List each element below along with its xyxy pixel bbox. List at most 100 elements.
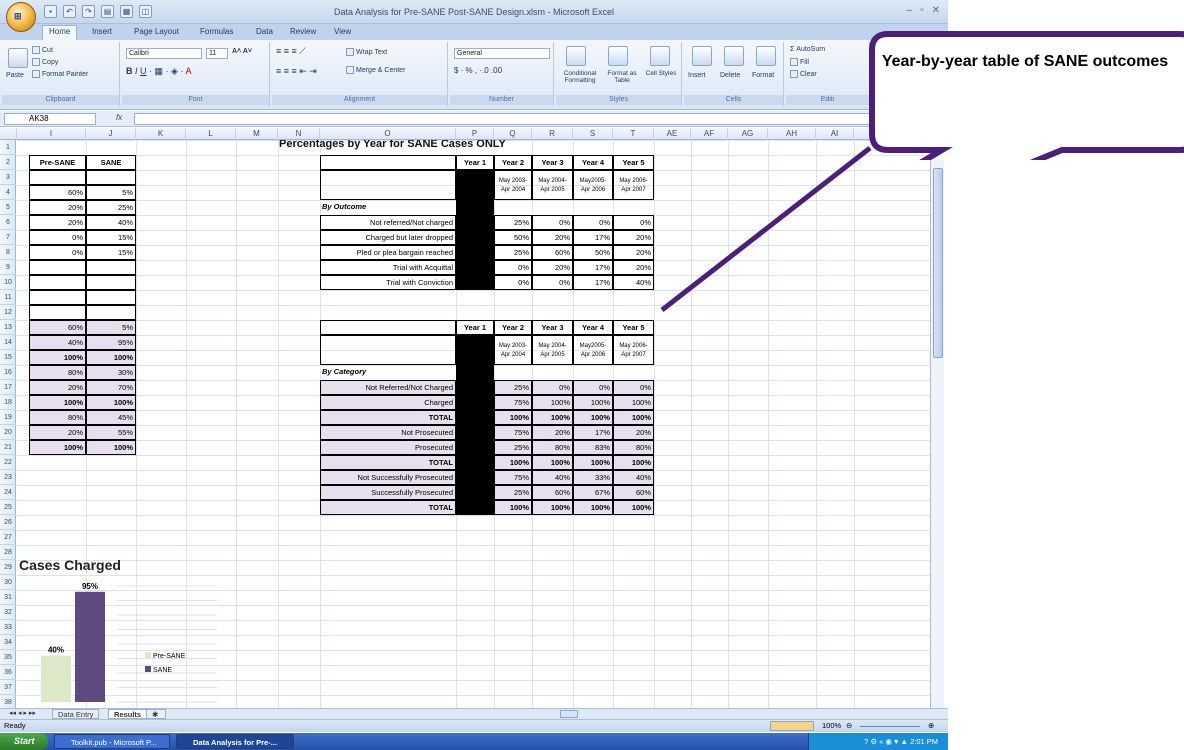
name-box[interactable]: AK38 [4,113,96,125]
column-header[interactable]: R [532,128,573,140]
sane-value[interactable]: 100% [86,395,136,410]
column-header[interactable]: Q [494,128,532,140]
row-header[interactable]: 29 [0,560,16,575]
outcome-value[interactable]: 0% [494,260,532,275]
sane-value[interactable]: 5% [86,185,136,200]
sane-value[interactable]: 30% [86,365,136,380]
hscroll-thumb[interactable] [560,710,578,718]
row-header[interactable]: 1 [0,140,16,155]
format-cells-icon[interactable] [756,46,776,66]
row-header[interactable]: 14 [0,335,16,350]
outcome-value[interactable]: 50% [573,245,613,260]
grow-font-icon[interactable]: A˄ A˅ [232,48,252,55]
pre-sane-value[interactable] [29,170,86,185]
sane-value[interactable]: 40% [86,215,136,230]
outcome-value[interactable]: 0% [532,215,573,230]
row-header[interactable]: 28 [0,545,16,560]
year-header[interactable]: Year 4 [573,320,613,335]
cell-styles-icon[interactable] [650,46,670,66]
outcome-row-label[interactable]: Pled or plea bargain reached [320,245,456,260]
period-label[interactable]: May 2003-Apr 2004 [494,170,532,200]
column-header[interactable]: M [236,128,278,140]
sane-value[interactable]: 55% [86,425,136,440]
sane-value[interactable]: 15% [86,245,136,260]
category-value[interactable]: 100% [532,410,573,425]
row-header[interactable]: 22 [0,455,16,470]
table-blank[interactable] [320,320,456,335]
align-horizontal-icons[interactable]: ≡ ≡ ≡ ⇤ ⇥ [276,66,317,77]
outcome-value[interactable]: 0% [494,275,532,290]
fill-button[interactable]: Fill [790,58,809,66]
category-value[interactable]: 0% [573,380,613,395]
pre-sane-value[interactable]: 100% [29,350,86,365]
row-header[interactable]: 31 [0,590,16,605]
pre-sane-value[interactable]: 0% [29,230,86,245]
category-value[interactable]: 100% [532,500,573,515]
insert-button[interactable]: Insert [688,72,706,79]
pre-sane-value[interactable] [29,305,86,320]
sane-value[interactable] [86,275,136,290]
row-header[interactable]: 7 [0,230,16,245]
font-name-select[interactable]: Calibri [126,48,202,59]
period-label[interactable]: May 2006-Apr 2007 [613,170,654,200]
category-row-label[interactable]: TOTAL [320,455,456,470]
sheet-nav-arrows[interactable]: ◂◂ ◂ ▸ ▸▸ [4,709,41,719]
outcome-section[interactable]: By Outcome [320,200,456,215]
category-value[interactable]: 17% [573,425,613,440]
row-header[interactable]: 2 [0,155,16,170]
tab-data[interactable]: Data [250,26,279,37]
bold-italic-underline-icons[interactable]: B I U · ▦ · ◈ · A [126,66,192,77]
category-value[interactable]: 75% [494,425,532,440]
close-button[interactable]: ✕ [932,5,940,16]
row-header[interactable]: 8 [0,245,16,260]
zoom-slider[interactable] [860,726,920,727]
category-value[interactable]: 20% [532,425,573,440]
format-table-icon[interactable] [608,46,628,66]
category-value[interactable]: 100% [573,455,613,470]
outcome-row-label[interactable]: Trial with Acquittal [320,260,456,275]
outcome-value[interactable]: 20% [613,245,654,260]
conditional-formatting-icon[interactable] [566,46,586,66]
taskbar-data-analysis[interactable]: Data Analysis for Pre-... [176,734,294,749]
category-value[interactable]: 100% [532,455,573,470]
category-value[interactable]: 0% [613,380,654,395]
taskbar-toolkit[interactable]: Toolkit.pub - Microsoft P... [54,734,170,749]
outcome-value[interactable]: 25% [494,245,532,260]
insert-sheet-icon[interactable]: ✱ [146,709,166,719]
format-as-table-button[interactable]: Format as Table [602,70,642,84]
sheet-tab-data-entry[interactable]: Data Entry [52,709,100,719]
row-header[interactable]: 16 [0,365,16,380]
year1-blackout[interactable] [456,335,494,515]
outcome-value[interactable]: 50% [494,230,532,245]
period-label[interactable]: May 2006-Apr 2007 [613,335,654,365]
sheet-tab-results[interactable]: Results [108,709,148,719]
pre-sane-value[interactable]: 0% [29,245,86,260]
category-row-label[interactable]: TOTAL [320,500,456,515]
sane-value[interactable]: 100% [86,440,136,455]
sane-value[interactable] [86,170,136,185]
category-value[interactable]: 75% [494,395,532,410]
column-header[interactable]: AG [728,128,768,140]
row-header[interactable]: 25 [0,500,16,515]
year1-blackout[interactable] [456,170,494,290]
column-header[interactable]: AE [654,128,691,140]
column-header[interactable]: K [136,128,186,140]
column-header[interactable]: S [573,128,613,140]
row-header[interactable]: 23 [0,470,16,485]
pre-sane-value[interactable]: 20% [29,380,86,395]
number-format-select[interactable]: General [454,48,550,59]
outcome-value[interactable]: 17% [573,230,613,245]
sane-value[interactable]: 95% [86,335,136,350]
category-value[interactable]: 100% [613,455,654,470]
category-value[interactable]: 60% [532,485,573,500]
outcome-row-label[interactable]: Not referred/Not charged [320,215,456,230]
merge-center-button[interactable]: Merge & Center [346,66,405,74]
start-button[interactable]: Start [0,733,48,750]
row-header[interactable]: 3 [0,170,16,185]
column-header[interactable]: T [613,128,654,140]
cut-button[interactable]: Cut [32,46,53,54]
year-header[interactable]: Year 1 [456,320,494,335]
bar-pre-sane[interactable] [41,655,71,702]
category-value[interactable]: 100% [613,395,654,410]
outcome-value[interactable]: 0% [573,215,613,230]
